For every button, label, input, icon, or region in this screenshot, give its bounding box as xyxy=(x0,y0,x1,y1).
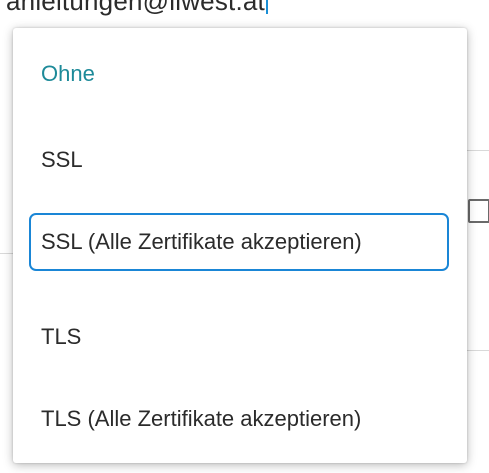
option-label: TLS (Alle Zertifikate akzeptieren) xyxy=(41,406,362,431)
dropdown-option-tls-all-certificates[interactable]: TLS (Alle Zertifikate akzeptieren) xyxy=(13,389,467,449)
option-label: Ohne xyxy=(41,61,95,86)
dropdown-option-ohne[interactable]: Ohne xyxy=(13,44,467,104)
option-label: SSL xyxy=(41,147,83,172)
field-divider xyxy=(0,253,13,254)
email-field-value: anleitungen@liwest.at xyxy=(6,0,265,16)
checkbox[interactable] xyxy=(468,199,489,223)
text-cursor xyxy=(265,0,268,14)
dropdown-option-ssl-all-certificates[interactable]: SSL (Alle Zertifikate akzeptieren) xyxy=(29,213,449,271)
field-divider xyxy=(467,150,489,151)
dropdown-option-tls[interactable]: TLS xyxy=(13,307,467,367)
field-divider xyxy=(467,350,489,351)
email-field[interactable]: anleitungen@liwest.at xyxy=(6,0,268,17)
security-type-dropdown: Ohne SSL SSL (Alle Zertifikate akzeptier… xyxy=(13,28,467,463)
option-label: SSL (Alle Zertifikate akzeptieren) xyxy=(41,229,362,254)
dropdown-option-ssl[interactable]: SSL xyxy=(13,130,467,190)
screen: anleitungen@liwest.at Ohne SSL SSL (Alle… xyxy=(0,0,489,473)
option-label: TLS xyxy=(41,324,82,349)
